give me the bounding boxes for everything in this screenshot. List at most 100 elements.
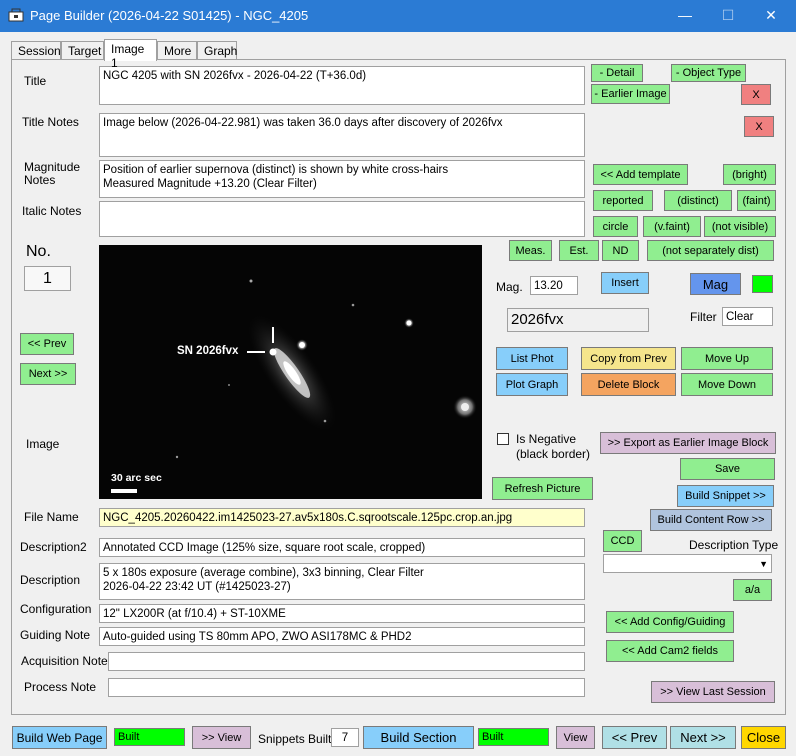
- snippets-built-label: Snippets Built: [258, 732, 332, 746]
- earlier-image-button[interactable]: - Earlier Image: [591, 84, 670, 104]
- sn-name-field[interactable]: 2026fvx: [507, 308, 649, 332]
- export-earlier-image-button[interactable]: >> Export as Earlier Image Block: [600, 432, 776, 454]
- acquisition-note-field[interactable]: [108, 652, 585, 671]
- sn-annotation-label: SN 2026fvx: [177, 345, 239, 357]
- close-icon[interactable]: ✕: [762, 6, 780, 24]
- filter-field[interactable]: Clear: [722, 307, 773, 326]
- bottom-prev-button[interactable]: << Prev: [602, 726, 667, 749]
- mag-button[interactable]: Mag: [690, 273, 741, 295]
- build-section-button[interactable]: Build Section: [363, 726, 474, 749]
- mag-label: Mag.: [496, 280, 523, 294]
- scale-bar-label: 30 arc sec: [111, 472, 162, 484]
- description2-field[interactable]: Annotated CCD Image (125% size, square r…: [99, 538, 585, 557]
- delete-block-button[interactable]: Delete Block: [581, 373, 676, 396]
- tab-target[interactable]: Target: [61, 41, 104, 60]
- title-notes-label: Title Notes: [22, 115, 79, 129]
- move-down-button[interactable]: Move Down: [681, 373, 773, 396]
- title-bar: Page Builder (2026-04-22 S01425) - NGC_4…: [0, 0, 796, 32]
- save-button[interactable]: Save: [680, 458, 775, 480]
- mag-field[interactable]: 13.20: [530, 276, 578, 295]
- remove-button-2[interactable]: X: [744, 116, 774, 137]
- file-name-label: File Name: [24, 510, 79, 524]
- image-label: Image: [26, 437, 60, 451]
- italic-notes-label: Italic Notes: [22, 204, 82, 218]
- file-name-field[interactable]: NGC_4205.20260422.im1425023-27.av5x180s.…: [99, 508, 585, 527]
- view-web-page-button[interactable]: >> View: [192, 726, 251, 749]
- maximize-icon[interactable]: ☐: [719, 6, 737, 24]
- reported-button[interactable]: reported: [593, 190, 653, 211]
- configuration-field[interactable]: 12" LX200R (at f/10.4) + ST-10XME: [99, 604, 585, 623]
- vfaint-button[interactable]: (v.faint): [643, 216, 701, 237]
- guiding-note-field[interactable]: Auto-guided using TS 80mm APO, ZWO ASI17…: [99, 627, 585, 646]
- mag-status-indicator: [752, 275, 773, 293]
- remove-button-1[interactable]: X: [741, 84, 771, 105]
- prev-button[interactable]: << Prev: [20, 333, 74, 355]
- next-button[interactable]: Next >>: [20, 363, 76, 385]
- build-snippet-button[interactable]: Build Snippet >>: [677, 485, 774, 507]
- magnitude-notes-field[interactable]: Position of earlier supernova (distinct)…: [99, 160, 585, 198]
- is-negative-label: Is Negative (black border): [516, 432, 591, 461]
- number-field[interactable]: 1: [24, 266, 71, 291]
- is-negative-checkbox[interactable]: [497, 433, 509, 445]
- object-type-button[interactable]: - Object Type: [671, 64, 746, 82]
- aa-button[interactable]: a/a: [733, 579, 772, 601]
- title-label: Title: [24, 74, 47, 88]
- title-notes-field[interactable]: Image below (2026-04-22.981) was taken 3…: [99, 113, 585, 157]
- acquisition-note-label: Acquisition Note: [21, 654, 108, 668]
- tab-strip: Session Target Image 1 More Graph: [11, 39, 311, 70]
- tab-graph[interactable]: Graph: [197, 41, 237, 60]
- italic-notes-field[interactable]: [99, 201, 585, 237]
- magnitude-notes-label: Magnitude Notes: [24, 160, 81, 187]
- distinct-button[interactable]: (distinct): [664, 190, 732, 211]
- add-cam2-fields-button[interactable]: << Add Cam2 fields: [606, 640, 734, 662]
- bright-button[interactable]: (bright): [723, 164, 776, 185]
- nd-button[interactable]: ND: [602, 240, 639, 261]
- faint-button[interactable]: (faint): [737, 190, 776, 211]
- guiding-note-label: Guiding Note: [20, 628, 91, 642]
- astro-image: SN 2026fvx 30 arc sec: [99, 245, 482, 499]
- galaxy-image: [111, 279, 477, 493]
- description-field[interactable]: 5 x 180s exposure (average combine), 3x3…: [99, 563, 585, 600]
- window-title: Page Builder (2026-04-22 S01425) - NGC_4…: [30, 8, 309, 23]
- list-phot-button[interactable]: List Phot: [496, 347, 568, 370]
- not-visible-button[interactable]: (not visible): [704, 216, 776, 237]
- section-built-status: Built: [478, 728, 549, 746]
- description-type-label: Description Type: [689, 538, 779, 552]
- copy-from-prev-button[interactable]: Copy from Prev: [581, 347, 676, 370]
- close-button[interactable]: Close: [741, 726, 786, 749]
- not-separately-dist-button[interactable]: (not separately dist): [647, 240, 774, 261]
- process-note-field[interactable]: [108, 678, 585, 697]
- move-up-button[interactable]: Move Up: [681, 347, 773, 370]
- build-content-row-button[interactable]: Build Content Row >>: [650, 509, 772, 531]
- view-section-button[interactable]: View: [556, 726, 595, 749]
- view-last-session-button[interactable]: >> View Last Session: [651, 681, 775, 703]
- tab-session[interactable]: Session: [11, 41, 61, 60]
- tab-image-1[interactable]: Image 1: [104, 39, 157, 70]
- description-type-value: Normal: [613, 572, 650, 573]
- description-label: Description: [20, 573, 81, 587]
- bottom-next-button[interactable]: Next >>: [670, 726, 736, 749]
- description2-label: Description2: [20, 540, 87, 554]
- configuration-label: Configuration: [20, 602, 92, 616]
- circle-button[interactable]: circle: [593, 216, 638, 237]
- title-field[interactable]: NGC 4205 with SN 2026fvx - 2026-04-22 (T…: [99, 66, 585, 105]
- snippets-built-count: 7: [331, 728, 359, 747]
- insert-button[interactable]: Insert: [601, 272, 649, 294]
- number-label: No.: [26, 243, 51, 260]
- plot-graph-button[interactable]: Plot Graph: [496, 373, 568, 396]
- add-template-button[interactable]: << Add template: [593, 164, 688, 185]
- detail-button[interactable]: - Detail: [591, 64, 643, 82]
- web-page-built-status: Built: [114, 728, 185, 746]
- minimize-icon[interactable]: —: [676, 6, 694, 24]
- build-web-page-button[interactable]: Build Web Page: [12, 726, 107, 749]
- description-type-select[interactable]: Normal ▼: [603, 554, 772, 573]
- filter-label: Filter: [690, 310, 717, 324]
- ccd-button[interactable]: CCD: [603, 530, 642, 552]
- refresh-picture-button[interactable]: Refresh Picture: [492, 477, 593, 500]
- est-button[interactable]: Est.: [559, 240, 599, 261]
- process-note-label: Process Note: [24, 680, 97, 694]
- chevron-down-icon[interactable]: ▼: [759, 557, 768, 571]
- meas-button[interactable]: Meas.: [509, 240, 552, 261]
- add-config-guiding-button[interactable]: << Add Config/Guiding: [606, 611, 734, 633]
- tab-more[interactable]: More: [157, 41, 197, 60]
